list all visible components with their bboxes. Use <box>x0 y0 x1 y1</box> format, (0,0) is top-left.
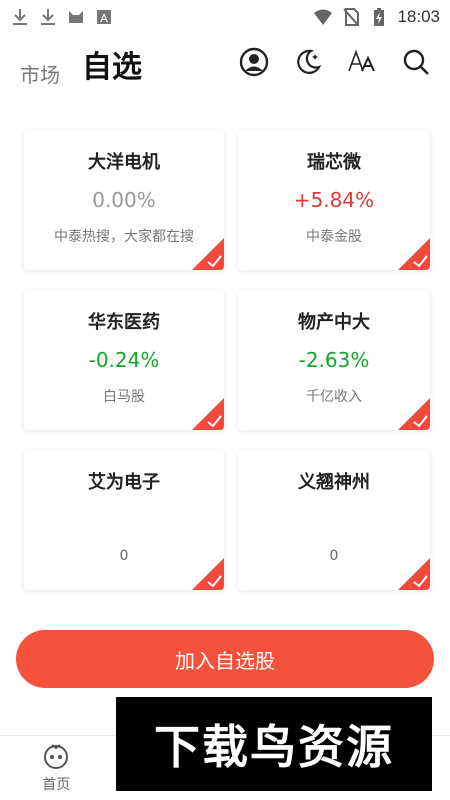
stock-card[interactable]: 大洋电机 0.00% 中泰热搜，大家都在搜 <box>24 130 224 270</box>
stock-change: -0.24% <box>88 348 160 372</box>
stock-card[interactable]: 义翘神州 0 <box>238 450 430 590</box>
stock-name: 物产中大 <box>298 312 370 333</box>
stock-card[interactable]: 华东医药 -0.24% 白马股 <box>24 290 224 430</box>
nav-label: 首页 <box>42 777 71 793</box>
checked-icon <box>398 238 430 270</box>
tab-watchlist[interactable]: 自选 <box>82 42 142 86</box>
stock-name: 艾为电子 <box>88 472 160 493</box>
wifi-icon <box>313 7 333 27</box>
stock-card[interactable]: 物产中大 -2.63% 千亿收入 <box>238 290 430 430</box>
stock-name: 瑞芯微 <box>307 152 361 173</box>
checked-icon <box>192 238 224 270</box>
search-icon[interactable] <box>400 46 432 78</box>
stock-name: 华东医药 <box>88 312 160 333</box>
clock: 18:03 <box>397 7 440 26</box>
stock-card[interactable]: 艾为电子 0 <box>24 450 224 590</box>
nav-item-home[interactable]: 首页 <box>0 736 113 800</box>
stock-card[interactable]: 瑞芯微 +5.84% 中泰金股 <box>238 130 430 270</box>
stock-change: -2.63% <box>298 348 370 372</box>
add-to-watchlist-button[interactable]: 加入自选股 <box>16 630 434 688</box>
checked-icon <box>398 398 430 430</box>
night-mode-icon[interactable] <box>292 46 324 78</box>
svg-text:A: A <box>100 12 108 25</box>
top-header: 市场 自选 <box>0 40 450 100</box>
status-bar: A 18:03 <box>0 0 450 34</box>
stock-change <box>238 508 430 534</box>
watermark: 下载鸟资源 <box>116 697 432 791</box>
checked-icon <box>398 558 430 590</box>
user-icon[interactable] <box>238 46 270 78</box>
checked-icon <box>192 558 224 590</box>
stock-name: 大洋电机 <box>88 152 160 173</box>
font-size-icon[interactable] <box>346 46 378 78</box>
stock-name: 义翘神州 <box>298 472 370 493</box>
download-icon <box>10 7 30 27</box>
app-a-icon: A <box>94 7 114 27</box>
download-icon <box>38 7 58 27</box>
watchlist-grid: 大洋电机 0.00% 中泰热搜，大家都在搜 瑞芯微 +5.84% 中泰金股 华东… <box>24 130 430 590</box>
watermark-text: 下载鸟资源 <box>154 720 394 774</box>
checked-icon <box>192 398 224 430</box>
stock-change: 0.00% <box>92 188 156 212</box>
no-sim-icon <box>341 7 361 27</box>
stock-change: +5.84% <box>293 188 375 212</box>
tab-market[interactable]: 市场 <box>20 59 60 88</box>
robot-icon <box>44 744 69 769</box>
cat-icon <box>66 7 86 27</box>
battery-charging-icon <box>369 7 389 27</box>
stock-change <box>24 508 224 534</box>
